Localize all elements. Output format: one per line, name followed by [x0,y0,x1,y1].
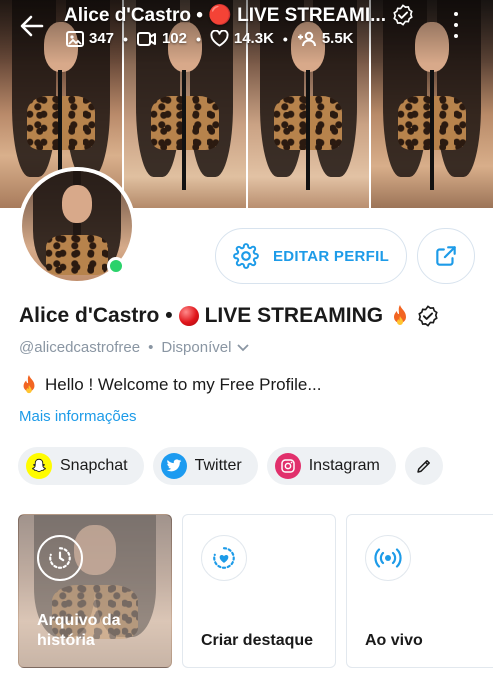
online-status-indicator [107,257,125,275]
share-button[interactable] [417,228,475,284]
share-icon [436,246,456,266]
profile-stats: 347 • 102 • 14.3K • 5.5K [66,30,354,47]
back-button[interactable] [14,10,50,42]
highlight-label: Ao vivo [365,632,423,649]
stat-separator: • [195,30,201,47]
history-clock-icon [37,535,83,581]
highlight-live[interactable]: Ao vivo [346,514,493,668]
page-title: Alice d'Castro • 🔴 LIVE STREAMI... [64,5,386,26]
verified-icon [418,305,438,327]
title-row: Alice d'Castro • 🔴 LIVE STREAMI... [64,2,459,28]
edit-profile-button[interactable]: EDITAR PERFIL [215,228,407,284]
image-icon [66,30,84,47]
video-icon [136,31,156,46]
bio-text: Hello ! Welcome to my Free Profile... [45,375,322,394]
highlight-story-archive[interactable]: Arquivo da história [18,514,172,668]
highlight-label-line1: Arquivo da [37,612,121,629]
twitter-label: Twitter [194,457,242,474]
instagram-icon [274,453,301,479]
availability-dropdown[interactable]: Disponível [161,339,250,356]
live-broadcast-icon [365,535,411,581]
pencil-icon [417,460,430,473]
gear-icon [233,243,259,269]
snapchat-icon [26,453,52,479]
instagram-link[interactable]: Instagram [266,447,396,485]
arrow-left-icon [20,15,44,37]
live-red-dot-icon [178,306,199,326]
photos-count: 347 [89,30,115,47]
stat-separator: • [282,30,288,47]
name-live-text: LIVE STREAMING [204,304,384,327]
name-text: Alice d'Castro • [19,304,173,327]
highlights-row: Arquivo da história Criar destaque Ao vi… [18,514,493,668]
stat-likes: 14.3K [210,30,274,47]
social-links: Snapchat Twitter Instagram [18,447,443,485]
highlight-label-line2: história [37,632,95,649]
more-info-link[interactable]: Mais informações [19,408,137,425]
availability-label: Disponível [161,339,232,356]
fans-count: 5.5K [321,30,354,47]
twitter-link[interactable]: Twitter [152,447,258,485]
stat-photos: 347 [66,30,114,47]
stat-videos: 102 [136,30,187,47]
more-options-button[interactable] [449,12,463,38]
snapchat-label: Snapchat [60,457,128,474]
highlight-label: Arquivo da história [37,611,157,651]
stat-fans: 5.5K [297,30,354,47]
twitter-icon [160,453,187,479]
edit-socials-button[interactable] [404,447,443,485]
stat-separator: • [123,30,128,47]
profile-bio: Hello ! Welcome to my Free Profile... [19,374,322,396]
highlight-label: Criar destaque [201,632,314,649]
instagram-label: Instagram [308,457,380,474]
handle-row: @alicedcastrofree • Disponível [19,339,250,356]
videos-count: 102 [161,30,187,47]
fire-icon [23,375,35,394]
edit-profile-label: EDITAR PERFIL [272,247,390,265]
fire-icon [394,305,407,325]
top-bar: Alice d'Castro • 🔴 LIVE STREAMI... 347 •… [0,0,493,60]
profile-name: Alice d'Castro • LIVE STREAMING [19,304,439,328]
fans-icon [297,31,316,46]
snapchat-link[interactable]: Snapchat [18,447,144,485]
chevron-down-icon [237,343,250,351]
heart-icon [210,30,229,47]
likes-count: 14.3K [233,30,274,47]
create-highlight-icon [201,535,247,581]
verified-icon [393,4,413,26]
handle-separator: • [148,339,154,356]
highlight-create[interactable]: Criar destaque [182,514,336,668]
username-handle: @alicedcastrofree [19,339,141,356]
